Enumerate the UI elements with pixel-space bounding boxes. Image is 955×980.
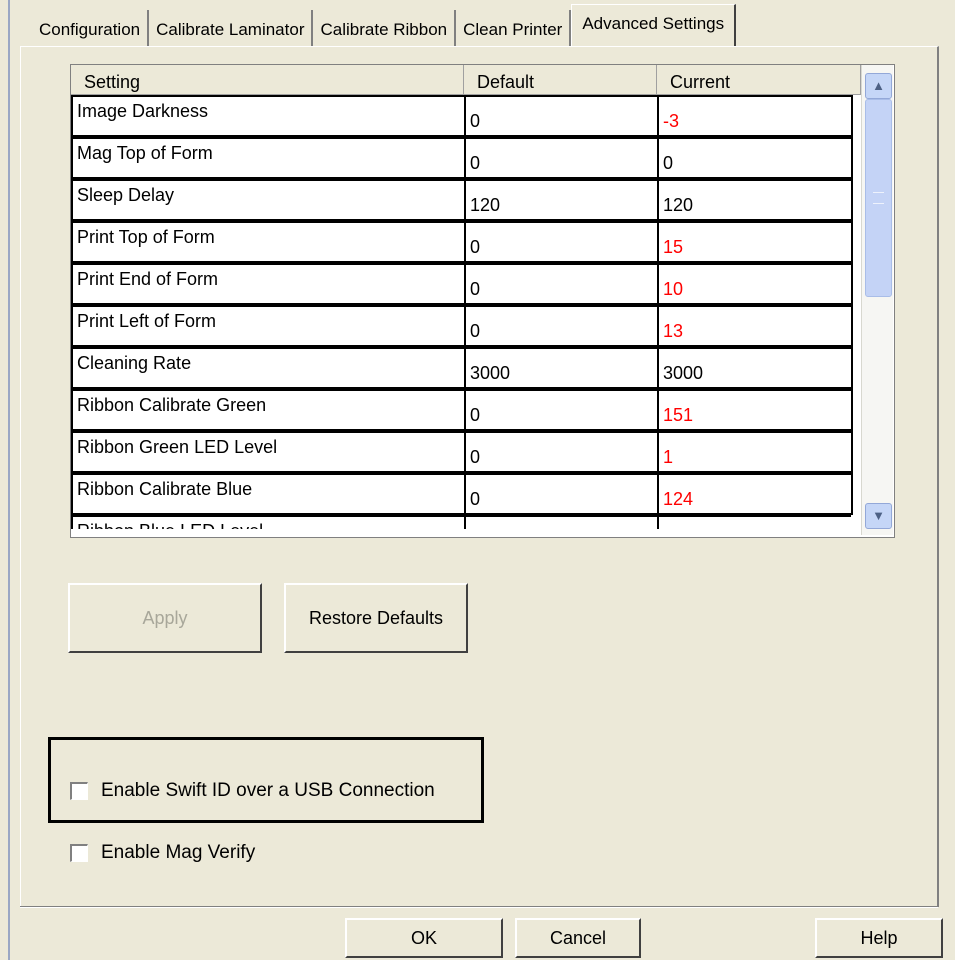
- current-cell[interactable]: 1: [657, 431, 853, 473]
- setting-cell: Print End of Form: [71, 263, 466, 305]
- table-row[interactable]: Sleep Delay 120 120: [71, 179, 853, 221]
- grid-header: Setting Default Current: [71, 65, 861, 95]
- scroll-down-arrow-icon[interactable]: ▼: [865, 503, 892, 529]
- column-header-current[interactable]: Current: [657, 65, 861, 95]
- current-cell[interactable]: 10: [657, 263, 853, 305]
- column-header-default[interactable]: Default: [464, 65, 657, 95]
- table-row[interactable]: Ribbon Calibrate Blue 0 124: [71, 473, 853, 515]
- swift-id-checkbox[interactable]: Enable Swift ID over a USB Connection: [70, 780, 435, 802]
- table-row[interactable]: Print Top of Form 0 15: [71, 221, 853, 263]
- table-row[interactable]: Mag Top of Form 0 0: [71, 137, 853, 179]
- checkbox-box[interactable]: [70, 844, 88, 862]
- tab-clean-printer[interactable]: Clean Printer: [456, 10, 572, 46]
- setting-cell: Ribbon Calibrate Green: [71, 389, 466, 431]
- setting-cell: Ribbon Blue LED Level: [71, 515, 466, 529]
- setting-cell: Print Top of Form: [71, 221, 466, 263]
- setting-cell: Print Left of Form: [71, 305, 466, 347]
- tab-calibrate-laminator[interactable]: Calibrate Laminator: [149, 10, 314, 46]
- default-cell: [464, 515, 659, 529]
- apply-button[interactable]: Apply: [68, 583, 262, 653]
- settings-grid[interactable]: Setting Default Current Image Darkness 0-…: [70, 64, 895, 538]
- table-row[interactable]: Ribbon Green LED Level 0 1: [71, 431, 853, 473]
- default-cell: 0: [464, 431, 659, 473]
- window-bottom-edge: [0, 960, 955, 980]
- default-cell: 0: [464, 389, 659, 431]
- advanced-settings-dialog: Configuration Calibrate Laminator Calibr…: [0, 0, 955, 980]
- setting-cell: Image Darkness: [71, 95, 466, 137]
- setting-cell: Ribbon Calibrate Blue: [71, 473, 466, 515]
- default-cell: 0: [464, 473, 659, 515]
- current-cell[interactable]: 120: [657, 179, 853, 221]
- checkbox-box[interactable]: [70, 782, 88, 800]
- default-cell: 0: [464, 263, 659, 305]
- default-cell: 0: [464, 137, 659, 179]
- table-row[interactable]: Print End of Form 0 10: [71, 263, 853, 305]
- setting-cell: Ribbon Green LED Level: [71, 431, 466, 473]
- default-cell: 0: [464, 95, 659, 137]
- tab-configuration[interactable]: Configuration: [32, 10, 150, 46]
- grid-body: Image Darkness 0 -3 Mag Top of Form 0 0 Sleep …: [71, 95, 853, 529]
- current-cell[interactable]: 13: [657, 305, 853, 347]
- current-cell[interactable]: 124: [657, 473, 853, 515]
- current-cell[interactable]: 0: [657, 137, 853, 179]
- cancel-button[interactable]: Cancel: [515, 918, 641, 958]
- tab-calibrate-ribbon[interactable]: Calibrate Ribbon: [313, 10, 457, 46]
- mag-verify-label: Enable Mag Verify: [101, 842, 256, 863]
- current-cell[interactable]: 15: [657, 221, 853, 263]
- table-row[interactable]: Ribbon Blue LED Level: [71, 515, 851, 529]
- scrollbar-thumb[interactable]: [865, 99, 892, 297]
- help-button[interactable]: Help: [815, 918, 943, 958]
- table-row[interactable]: Ribbon Calibrate Green 0 151: [71, 389, 853, 431]
- swift-id-label: Enable Swift ID over a USB Connection: [101, 780, 435, 801]
- current-cell[interactable]: 3000: [657, 347, 853, 389]
- default-cell: 0: [464, 221, 659, 263]
- table-row[interactable]: Image Darkness 0 -3: [71, 95, 853, 137]
- default-cell: 0: [464, 305, 659, 347]
- footer-separator-highlight: [20, 907, 938, 908]
- current-cell[interactable]: [657, 515, 851, 529]
- setting-cell: Sleep Delay: [71, 179, 466, 221]
- setting-cell: Cleaning Rate: [71, 347, 466, 389]
- default-cell: 3000: [464, 347, 659, 389]
- current-cell[interactable]: 151: [657, 389, 853, 431]
- default-cell: 120: [464, 179, 659, 221]
- column-header-setting[interactable]: Setting: [71, 65, 464, 95]
- ok-button[interactable]: OK: [345, 918, 503, 958]
- table-row[interactable]: Cleaning Rate 3000 3000: [71, 347, 853, 389]
- setting-cell: Mag Top of Form: [71, 137, 466, 179]
- restore-defaults-button[interactable]: Restore Defaults: [284, 583, 468, 653]
- table-row[interactable]: Print Left of Form 0 13: [71, 305, 853, 347]
- current-cell[interactable]: -3: [657, 95, 853, 137]
- tab-strip: Configuration Calibrate Laminator Calibr…: [32, 4, 737, 47]
- tab-advanced-settings[interactable]: Advanced Settings: [571, 4, 737, 47]
- vertical-scrollbar[interactable]: ▲ ▼: [861, 65, 893, 535]
- window-left-border: [8, 0, 10, 980]
- scroll-up-arrow-icon[interactable]: ▲: [865, 73, 892, 99]
- mag-verify-checkbox[interactable]: Enable Mag Verify: [70, 842, 255, 864]
